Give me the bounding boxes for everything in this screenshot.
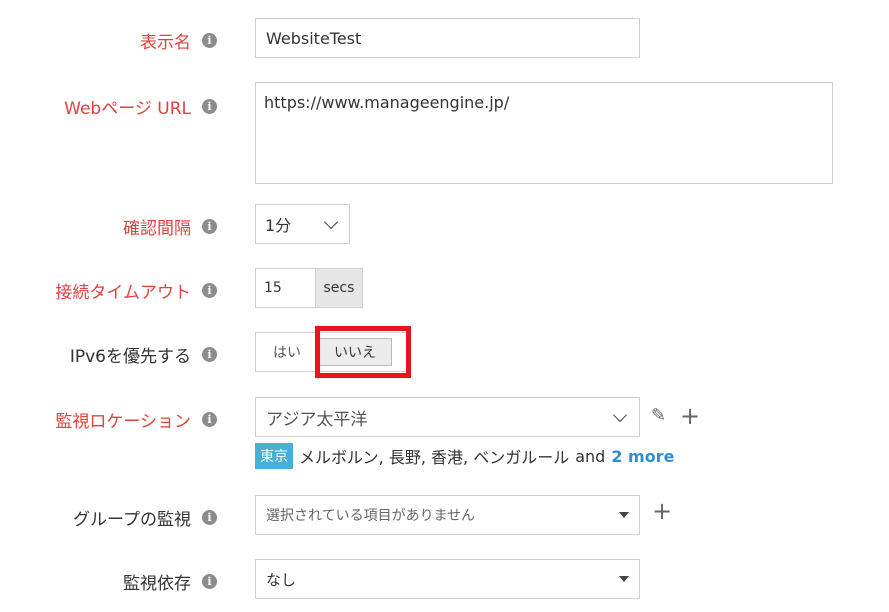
- chevron-down-icon: [323, 214, 339, 229]
- caret-down-icon: [619, 512, 629, 518]
- dependency-label: 監視依存 i: [123, 569, 217, 594]
- dependency-select[interactable]: なし: [255, 559, 640, 599]
- check-interval-value: 1分: [265, 216, 292, 235]
- check-interval-select[interactable]: 1分: [255, 204, 350, 244]
- location-label: 監視ロケーション i: [55, 407, 217, 432]
- timeout-input[interactable]: 15: [256, 269, 315, 307]
- ipv6-label: IPv6を優先する i: [70, 342, 217, 367]
- caret-down-icon: [619, 576, 629, 582]
- ipv6-yes-option[interactable]: はい: [256, 342, 318, 362]
- info-icon[interactable]: i: [202, 347, 217, 362]
- location-summary: 東京 メルボルン, 長野, 香港, ベンガルール and 2 more: [255, 443, 674, 469]
- group-label: グループの監視 i: [73, 505, 217, 530]
- group-select[interactable]: 選択されている項目がありません: [255, 495, 640, 535]
- info-icon[interactable]: i: [202, 510, 217, 525]
- highlight-box: [315, 326, 411, 378]
- group-placeholder: 選択されている項目がありません: [266, 508, 476, 524]
- display-name-input[interactable]: WebsiteTest: [255, 18, 640, 58]
- web-url-textarea[interactable]: https://www.manageengine.jp/: [255, 82, 833, 184]
- location-more-link[interactable]: 2 more: [611, 447, 674, 466]
- check-interval-label: 確認間隔 i: [123, 214, 217, 239]
- info-icon[interactable]: i: [202, 283, 217, 298]
- info-icon[interactable]: i: [202, 99, 217, 114]
- timeout-unit: secs: [314, 269, 362, 307]
- info-icon[interactable]: i: [202, 574, 217, 589]
- info-icon[interactable]: i: [202, 33, 217, 48]
- display-name-label: 表示名 i: [140, 28, 217, 53]
- location-select[interactable]: アジア太平洋: [255, 397, 640, 437]
- pencil-icon[interactable]: ✎: [651, 405, 666, 426]
- location-badge: 東京: [255, 443, 293, 469]
- timeout-label: 接続タイムアウト i: [55, 278, 217, 303]
- timeout-input-group: 15 secs: [255, 268, 363, 308]
- info-icon[interactable]: i: [202, 219, 217, 234]
- plus-icon[interactable]: +: [680, 402, 700, 430]
- web-url-label: Webページ URL i: [64, 94, 217, 119]
- info-icon[interactable]: i: [202, 412, 217, 427]
- dependency-value: なし: [266, 570, 297, 589]
- location-value: アジア太平洋: [266, 409, 368, 430]
- location-and: and: [575, 446, 606, 466]
- location-others: メルボルン, 長野, 香港, ベンガルール: [299, 448, 570, 467]
- plus-icon[interactable]: +: [652, 497, 672, 525]
- chevron-down-icon: [612, 407, 628, 422]
